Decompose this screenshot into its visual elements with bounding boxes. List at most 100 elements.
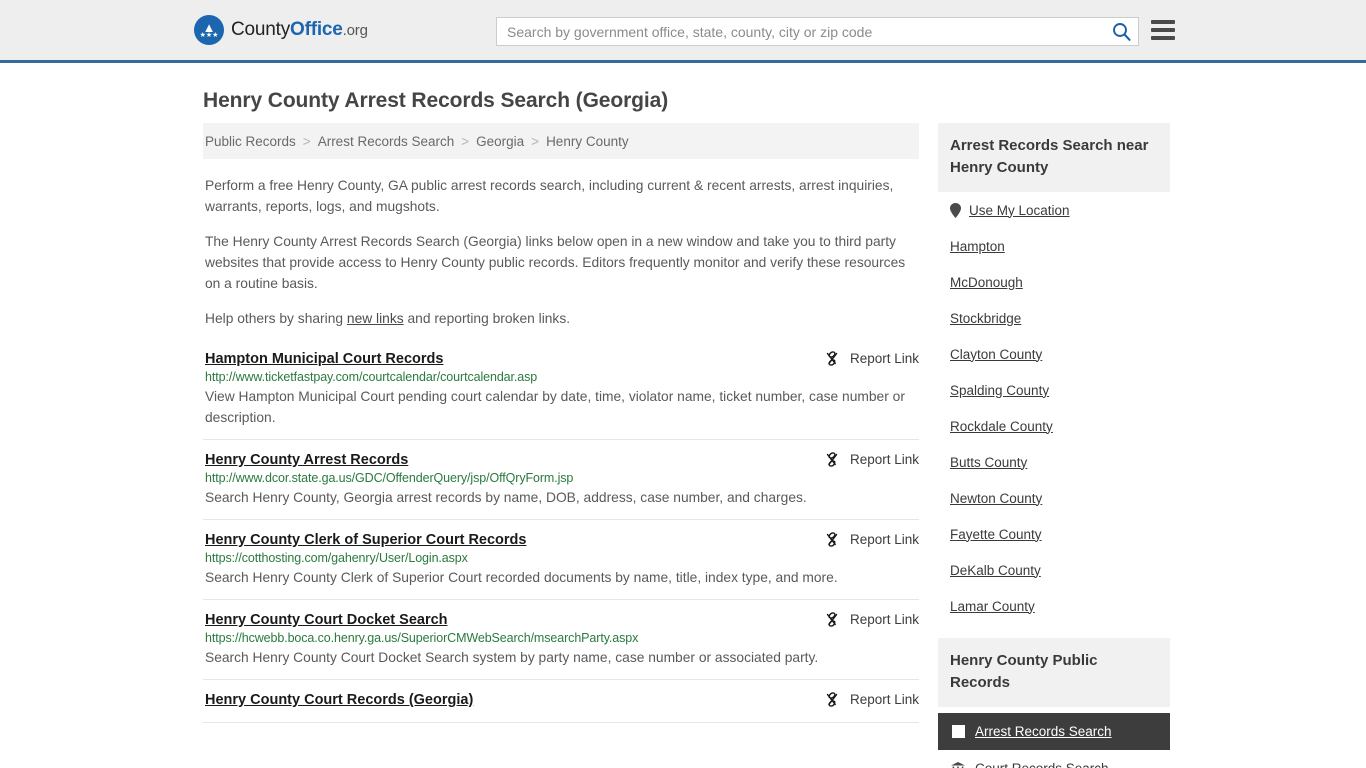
report-link-label: Report Link bbox=[849, 351, 919, 366]
sidebar-item-court-records-search[interactable]: Court Records Search bbox=[938, 750, 1170, 768]
main-content: Public Records > Arrest Records Search >… bbox=[203, 123, 919, 723]
result-item: Henry County Court Records (Georgia) Rep… bbox=[203, 680, 919, 723]
result-title-link[interactable]: Henry County Court Docket Search bbox=[205, 612, 448, 628]
results-list: Hampton Municipal Court Records http://w… bbox=[203, 346, 919, 723]
report-link-button[interactable]: Report Link bbox=[825, 451, 919, 468]
breadcrumb: Public Records > Arrest Records Search >… bbox=[203, 123, 919, 159]
broken-link-icon bbox=[826, 692, 838, 707]
broken-link-icon bbox=[826, 351, 838, 366]
breadcrumb-separator: > bbox=[302, 133, 311, 149]
breadcrumb-item-arrest-records-search[interactable]: Arrest Records Search bbox=[318, 134, 455, 149]
intro-paragraph-1: Perform a free Henry County, GA public a… bbox=[205, 178, 894, 214]
sidebar-item-lamar-county[interactable]: Lamar County bbox=[938, 588, 1170, 624]
site-header: ▲ ★★★ CountyOffice.org bbox=[0, 0, 1366, 63]
brand-wordmark: CountyOffice.org bbox=[231, 19, 368, 41]
place-link[interactable]: Lamar County bbox=[950, 599, 1035, 614]
sidebar-item-mcdonough[interactable]: McDonough bbox=[938, 264, 1170, 300]
sidebar-item-fayette-county[interactable]: Fayette County bbox=[938, 516, 1170, 552]
sidebar-item-spalding-county[interactable]: Spalding County bbox=[938, 372, 1170, 408]
result-url[interactable]: https://hcwebb.boca.co.henry.ga.us/Super… bbox=[205, 631, 919, 645]
map-pin-icon bbox=[950, 202, 961, 218]
breadcrumb-separator: > bbox=[531, 133, 540, 149]
broken-link-icon bbox=[826, 452, 838, 467]
place-link[interactable]: Newton County bbox=[950, 491, 1042, 506]
new-links-link[interactable]: new links bbox=[347, 311, 404, 326]
place-link[interactable]: Spalding County bbox=[950, 383, 1049, 398]
result-title-link[interactable]: Henry County Arrest Records bbox=[205, 452, 408, 468]
result-url[interactable]: http://www.dcor.state.ga.us/GDC/Offender… bbox=[205, 471, 919, 485]
brand-part-office: Office bbox=[290, 19, 343, 40]
place-link[interactable]: Butts County bbox=[950, 455, 1027, 470]
menu-bar-2 bbox=[1151, 28, 1175, 32]
nearby-places-list: Use My Location Hampton McDonough Stockb… bbox=[938, 192, 1170, 624]
sidebar-records-heading: Henry County Public Records bbox=[938, 638, 1170, 707]
sidebar-item-stockbridge[interactable]: Stockbridge bbox=[938, 300, 1170, 336]
place-link[interactable]: Fayette County bbox=[950, 527, 1042, 542]
page-title: Henry County Arrest Records Search (Geor… bbox=[203, 89, 669, 112]
brand-part-org: .org bbox=[342, 22, 368, 39]
sidebar: Arrest Records Search near Henry County … bbox=[938, 123, 1170, 768]
place-link[interactable]: Hampton bbox=[950, 239, 1005, 254]
search-input[interactable] bbox=[497, 18, 1104, 45]
record-link[interactable]: Arrest Records Search bbox=[975, 724, 1112, 739]
breadcrumb-separator: > bbox=[461, 133, 470, 149]
result-title-link[interactable]: Henry County Clerk of Superior Court Rec… bbox=[205, 532, 526, 548]
report-link-label: Report Link bbox=[849, 452, 919, 467]
county-office-emblem-icon: ▲ ★★★ bbox=[194, 15, 224, 45]
use-my-location-link[interactable]: Use My Location bbox=[969, 203, 1070, 218]
result-description: View Hampton Municipal Court pending cou… bbox=[205, 389, 905, 425]
eagle-glyph: ▲ bbox=[202, 19, 216, 35]
menu-bar-1 bbox=[1151, 20, 1175, 24]
breadcrumb-item-public-records[interactable]: Public Records bbox=[205, 134, 296, 149]
sidebar-item-clayton-county[interactable]: Clayton County bbox=[938, 336, 1170, 372]
hamburger-menu-icon[interactable] bbox=[1151, 20, 1175, 40]
search-bar bbox=[496, 17, 1139, 46]
sidebar-item-newton-county[interactable]: Newton County bbox=[938, 480, 1170, 516]
place-link[interactable]: Stockbridge bbox=[950, 311, 1021, 326]
result-item: Hampton Municipal Court Records http://w… bbox=[203, 346, 919, 440]
search-icon bbox=[1112, 23, 1131, 41]
sidebar-near-heading: Arrest Records Search near Henry County bbox=[938, 123, 1170, 192]
report-link-button[interactable]: Report Link bbox=[825, 350, 919, 367]
place-link[interactable]: McDonough bbox=[950, 275, 1023, 290]
breadcrumb-item-henry-county[interactable]: Henry County bbox=[546, 134, 629, 149]
sidebar-item-arrest-records-search[interactable]: Arrest Records Search bbox=[938, 713, 1170, 750]
result-title-link[interactable]: Hampton Municipal Court Records bbox=[205, 351, 443, 367]
result-item: Henry County Clerk of Superior Court Rec… bbox=[203, 520, 919, 600]
report-link-button[interactable]: Report Link bbox=[825, 531, 919, 548]
breadcrumb-item-georgia[interactable]: Georgia bbox=[476, 134, 524, 149]
record-link[interactable]: Court Records Search bbox=[975, 761, 1109, 768]
result-title-link[interactable]: Henry County Court Records (Georgia) bbox=[205, 692, 473, 708]
result-url[interactable]: http://www.ticketfastpay.com/courtcalend… bbox=[205, 370, 919, 384]
report-link-label: Report Link bbox=[849, 692, 919, 707]
sidebar-item-hampton[interactable]: Hampton bbox=[938, 228, 1170, 264]
intro-paragraph-2: The Henry County Arrest Records Search (… bbox=[205, 234, 906, 291]
stars-glyph: ★★★ bbox=[199, 31, 219, 39]
intro-text: Perform a free Henry County, GA public a… bbox=[203, 159, 919, 329]
place-link[interactable]: DeKalb County bbox=[950, 563, 1041, 578]
result-item: Henry County Court Docket Search https:/… bbox=[203, 600, 919, 680]
sidebar-item-butts-county[interactable]: Butts County bbox=[938, 444, 1170, 480]
result-description: Search Henry County, Georgia arrest reco… bbox=[205, 490, 807, 505]
result-description: Search Henry County Court Docket Search … bbox=[205, 650, 819, 665]
courthouse-icon bbox=[950, 762, 966, 768]
broken-link-icon bbox=[826, 612, 838, 627]
result-item: Henry County Arrest Records http://www.d… bbox=[203, 440, 919, 520]
sidebar-item-rockdale-county[interactable]: Rockdale County bbox=[938, 408, 1170, 444]
intro-paragraph-3: Help others by sharing new links and rep… bbox=[203, 294, 919, 329]
place-link[interactable]: Rockdale County bbox=[950, 419, 1053, 434]
share-text-after: and reporting broken links. bbox=[403, 311, 571, 326]
report-link-button[interactable]: Report Link bbox=[825, 691, 919, 708]
sidebar-item-dekalb-county[interactable]: DeKalb County bbox=[938, 552, 1170, 588]
sidebar-item-use-my-location[interactable]: Use My Location bbox=[938, 192, 1170, 228]
report-link-label: Report Link bbox=[849, 612, 919, 627]
share-text-before: Help others by sharing bbox=[205, 311, 347, 326]
public-records-list: Arrest Records Search Court Records Sear… bbox=[938, 713, 1170, 768]
square-icon bbox=[950, 725, 966, 738]
result-description: Search Henry County Clerk of Superior Co… bbox=[205, 570, 838, 585]
site-logo[interactable]: ▲ ★★★ CountyOffice.org bbox=[194, 15, 368, 45]
place-link[interactable]: Clayton County bbox=[950, 347, 1042, 362]
result-url[interactable]: https://cotthosting.com/gahenry/User/Log… bbox=[205, 551, 919, 565]
report-link-button[interactable]: Report Link bbox=[825, 611, 919, 628]
search-button[interactable] bbox=[1104, 18, 1138, 45]
